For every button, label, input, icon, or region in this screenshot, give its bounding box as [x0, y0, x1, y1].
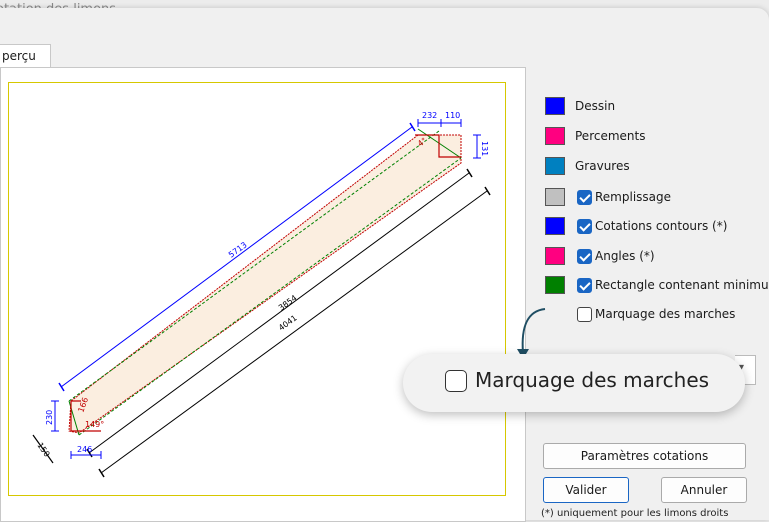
legend-label: Percements: [575, 129, 646, 143]
legend-label: Rectangle contenant minimu: [595, 278, 769, 292]
tab-label: perçu: [2, 49, 36, 63]
preview-canvas: 232 110 131 5713 3854 4041 230 150 246 1…: [8, 82, 506, 496]
color-swatch[interactable]: [545, 247, 565, 265]
marquage-checkbox-zoomed[interactable]: [445, 370, 467, 392]
color-swatch[interactable]: [545, 157, 565, 175]
button-label: Annuler: [680, 483, 728, 497]
dim-line-black: [88, 172, 470, 454]
parametres-cotations-button[interactable]: Paramètres cotations: [543, 443, 746, 469]
stringer-body: [68, 134, 462, 434]
button-label: Valider: [565, 483, 607, 497]
legend-label: Angles (*): [595, 249, 655, 263]
remplissage-checkbox[interactable]: [577, 190, 592, 205]
legend-label: Marquage des marches: [595, 307, 736, 321]
dim-label: 131: [480, 141, 489, 156]
dim-label: 110: [445, 111, 460, 120]
marquage-checkbox[interactable]: [577, 307, 592, 322]
zoom-callout: Marquage des marches: [403, 354, 745, 412]
color-swatch[interactable]: [545, 217, 565, 235]
rectangle-checkbox[interactable]: [577, 278, 592, 293]
color-swatch[interactable]: [545, 127, 565, 145]
dim-tick: [466, 168, 473, 178]
color-swatch[interactable]: [545, 188, 565, 206]
dim-label: 150: [35, 441, 51, 459]
dim-line-blue: [60, 126, 413, 388]
dim-tick: [409, 122, 416, 132]
dim-label: 230: [45, 410, 54, 425]
angles-checkbox[interactable]: [577, 249, 592, 264]
dim-label: 246: [77, 445, 92, 454]
dim-label: 5713: [227, 240, 249, 259]
stringer-drawing: 232 110 131 5713 3854 4041 230 150 246 1…: [32, 111, 491, 478]
dim-tick: [484, 186, 491, 196]
legend-label: Remplissage: [595, 190, 672, 204]
footnote: (*) uniquement pour les limons droits: [541, 508, 729, 519]
legend-label: Dessin: [575, 99, 616, 113]
callout-label: Marquage des marches: [475, 368, 710, 392]
valider-button[interactable]: Valider: [543, 477, 629, 503]
legend-label: Cotations contours (*): [595, 219, 728, 233]
dim-label: 232: [422, 111, 437, 120]
dim-label: 4041: [277, 313, 299, 332]
dim-label: 3854: [277, 293, 299, 312]
cotations-contours-checkbox[interactable]: [577, 219, 592, 234]
angle-label: 149°: [85, 420, 104, 429]
annuler-button[interactable]: Annuler: [661, 477, 747, 503]
dim-tick: [98, 468, 105, 478]
tab-apercu[interactable]: perçu: [0, 44, 51, 69]
bounding-line: [78, 157, 462, 436]
legend-label: Gravures: [575, 159, 630, 173]
button-label: Paramètres cotations: [580, 449, 709, 463]
color-swatch[interactable]: [545, 97, 565, 115]
color-swatch[interactable]: [545, 276, 565, 294]
dim-tick: [58, 382, 65, 392]
